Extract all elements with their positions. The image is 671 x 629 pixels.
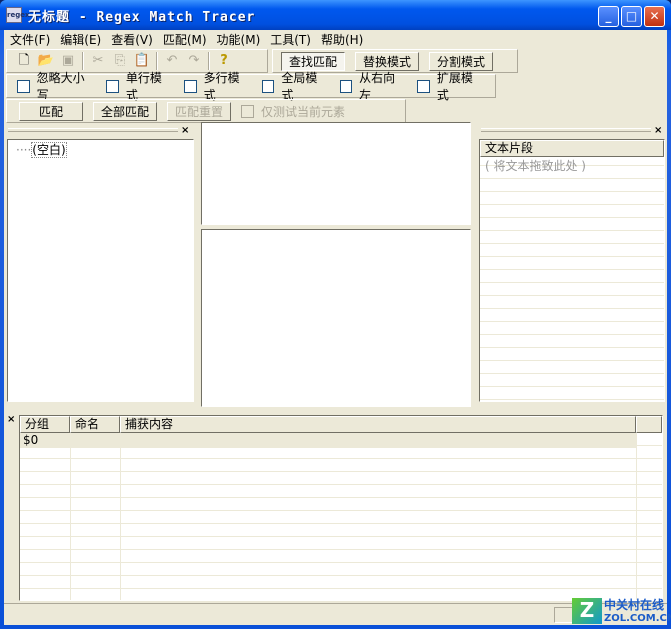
extended-checkbox[interactable]: 扩展模式 — [417, 69, 483, 103]
options-toolbar: 忽略大小写 单行模式 多行模式 全局模式 从右向左 扩展模式 — [6, 71, 496, 102]
global-checkbox[interactable]: 全局模式 — [261, 69, 328, 103]
replace-mode-button[interactable]: 替换模式 — [355, 51, 420, 71]
action-toolbar: 匹配 全部匹配 匹配重置 仅测试当前元素 — [6, 99, 406, 123]
regex-editor[interactable] — [201, 122, 471, 225]
column-name[interactable]: 命名 — [70, 416, 120, 433]
table-row[interactable]: $0 — [20, 433, 636, 448]
right-pane-close-icon[interactable]: × — [654, 125, 662, 136]
maximize-button[interactable]: □ — [621, 6, 642, 27]
menu-bar: 文件(F) 编辑(E) 查看(V) 匹配(M) 功能(M) 工具(T) 帮助(H… — [4, 30, 667, 48]
right-to-left-checkbox[interactable]: 从右向左 — [339, 69, 406, 103]
ignore-case-checkbox[interactable]: 忽略大小写 — [17, 69, 94, 103]
close-button[interactable]: ✕ — [644, 6, 665, 27]
checkbox-label: 单行模式 — [125, 71, 162, 102]
menu-view[interactable]: 查看(V) — [109, 31, 161, 48]
left-pane-grip[interactable] — [8, 128, 178, 132]
cut-icon[interactable]: ✂ — [89, 52, 107, 70]
column-group[interactable]: 分组 — [20, 416, 70, 433]
column-capture[interactable]: 捕获内容 — [120, 416, 636, 433]
open-folder-icon[interactable]: 📂 — [37, 52, 55, 70]
menu-match[interactable]: 匹配(M) — [161, 31, 215, 48]
copy-icon[interactable]: ⎘ — [111, 52, 129, 70]
separator — [156, 52, 158, 70]
snippet-header[interactable]: 文本片段 — [480, 140, 664, 157]
group-cell: $0 — [23, 433, 39, 447]
test-text-editor[interactable] — [201, 229, 471, 407]
results-close-icon[interactable]: × — [7, 414, 15, 425]
client-area: 文件(F) 编辑(E) 查看(V) 匹配(M) 功能(M) 工具(T) 帮助(H… — [4, 30, 671, 625]
left-pane-close-icon[interactable]: × — [181, 125, 189, 136]
checkbox-label: 从右向左 — [359, 71, 396, 102]
tree-item[interactable]: ····(空白) — [8, 140, 193, 158]
menu-edit[interactable]: 编辑(E) — [58, 31, 109, 48]
app-window: regex 无标题 - Regex Match Tracer _ □ ✕ 文件(… — [0, 0, 671, 629]
snippet-placeholder: ( 将文本拖致此处 ) — [485, 159, 586, 173]
separator — [82, 52, 84, 70]
app-icon: regex — [6, 7, 29, 23]
watermark-brand: 中关村在线 — [604, 598, 665, 612]
checkbox-label: 多行模式 — [203, 71, 240, 102]
separator — [208, 52, 210, 70]
watermark-url: ZOL.COM.CN — [604, 613, 671, 624]
undo-icon[interactable]: ↶ — [163, 52, 181, 70]
tree-item-label: (空白) — [31, 142, 67, 158]
singleline-checkbox[interactable]: 单行模式 — [106, 69, 172, 103]
help-icon[interactable]: ? — [215, 52, 233, 70]
menu-function[interactable]: 功能(M) — [215, 31, 269, 48]
regex-tree-pane[interactable]: ····(空白) — [7, 139, 194, 402]
title-bar: regex 无标题 - Regex Match Tracer _ □ ✕ — [0, 0, 671, 30]
paste-icon[interactable]: 📋 — [133, 52, 151, 70]
status-bar: Z 中关村在线 ZOL.COM.CN — [4, 598, 671, 624]
watermark-text: 中关村在线 ZOL.COM.CN — [604, 599, 671, 625]
menu-tools[interactable]: 工具(T) — [268, 31, 319, 48]
test-current-checkbox[interactable]: 仅测试当前元素 — [241, 103, 345, 120]
split-mode-button[interactable]: 分割模式 — [429, 51, 494, 71]
find-match-mode-button[interactable]: 查找匹配 — [281, 51, 346, 71]
minimize-button[interactable]: _ — [598, 6, 619, 27]
checkbox-label: 全局模式 — [281, 71, 318, 102]
new-file-icon[interactable]: 🗋 — [15, 52, 33, 70]
match-button[interactable]: 匹配 — [19, 101, 83, 121]
save-icon[interactable]: ▣ — [59, 52, 77, 70]
menu-file[interactable]: 文件(F) — [8, 31, 58, 48]
match-all-button[interactable]: 全部匹配 — [93, 101, 158, 121]
checkbox-label: 仅测试当前元素 — [261, 104, 346, 119]
watermark-logo: Z — [572, 598, 602, 624]
results-list[interactable]: 分组 命名 捕获内容 $0 — [19, 415, 663, 601]
text-snippet-pane[interactable]: 文本片段 ( 将文本拖致此处 ) — [479, 139, 665, 402]
redo-icon[interactable]: ↷ — [185, 52, 203, 70]
reset-match-button[interactable]: 匹配重置 — [167, 101, 232, 121]
menu-help[interactable]: 帮助(H) — [319, 31, 371, 48]
multiline-checkbox[interactable]: 多行模式 — [184, 69, 250, 103]
window-title: 无标题 - Regex Match Tracer — [28, 9, 256, 25]
right-pane-grip[interactable] — [481, 128, 651, 132]
checkbox-label: 忽略大小写 — [36, 71, 85, 102]
checkbox-label: 扩展模式 — [436, 71, 473, 102]
results-grid: $0 — [20, 433, 662, 600]
column-filler — [636, 416, 662, 433]
